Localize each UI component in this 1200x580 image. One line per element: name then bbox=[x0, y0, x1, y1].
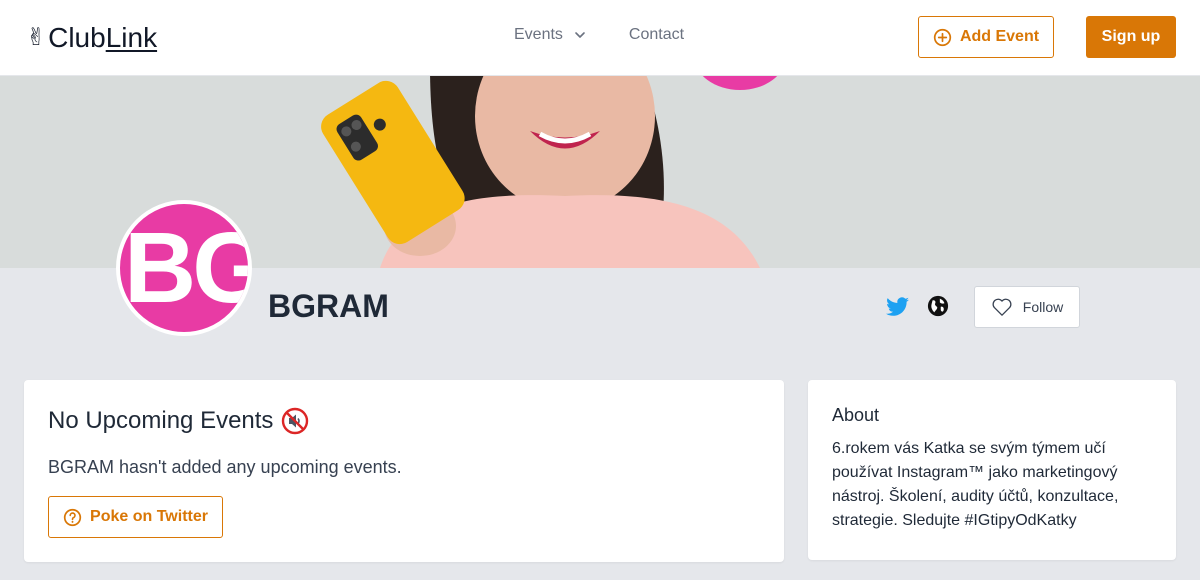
globe-icon[interactable] bbox=[927, 295, 949, 317]
victory-hand-icon: ✌ bbox=[26, 24, 47, 51]
nav-contact-link[interactable]: Contact bbox=[629, 26, 684, 44]
heart-icon bbox=[992, 298, 1012, 316]
signup-label: Sign up bbox=[1101, 28, 1161, 45]
no-events-message: BGRAM hasn't added any upcoming events. bbox=[48, 457, 402, 477]
signup-button[interactable]: Sign up bbox=[1086, 16, 1176, 58]
question-circle-icon bbox=[63, 508, 82, 526]
logo-text-club: Club bbox=[48, 22, 106, 53]
events-title-text: No Upcoming Events bbox=[48, 407, 274, 434]
poke-on-twitter-button[interactable]: Poke on Twitter bbox=[48, 496, 223, 538]
add-event-button[interactable]: Add Event bbox=[918, 16, 1054, 58]
events-card-title: No Upcoming Events bbox=[48, 406, 309, 436]
nav-contact-label: Contact bbox=[628, 26, 685, 43]
about-title: About bbox=[832, 405, 880, 425]
about-card: About 6.rokem vás Katka se svým týmem uč… bbox=[808, 380, 1176, 560]
about-description: 6.rokem vás Katka se svým týmem učí použ… bbox=[832, 440, 1119, 529]
add-event-label: Add Event bbox=[959, 28, 1040, 45]
upcoming-events-card: No Upcoming Events BGRAM hasn't added an… bbox=[24, 380, 784, 562]
follow-button[interactable]: Follow bbox=[974, 286, 1080, 328]
twitter-icon[interactable] bbox=[886, 295, 910, 319]
site-header: ✌ ClubLink Events Contact Add Event Sign… bbox=[0, 0, 1200, 76]
plus-circle-icon bbox=[933, 28, 952, 46]
nav-events-label: Events bbox=[514, 26, 563, 43]
chevron-down-icon bbox=[575, 32, 585, 38]
clublink-logo[interactable]: ✌ ClubLink bbox=[26, 22, 157, 54]
follow-label: Follow bbox=[1022, 299, 1064, 315]
muted-speaker-icon bbox=[282, 407, 309, 435]
avatar-initials: BG bbox=[124, 212, 252, 324]
logo-text: ClubLink bbox=[48, 22, 157, 54]
main-nav: Events Contact bbox=[514, 26, 684, 44]
poke-label: Poke on Twitter bbox=[90, 508, 208, 525]
profile-avatar: BG bbox=[116, 200, 252, 336]
profile-name: BGRAM bbox=[268, 288, 389, 324]
logo-text-link: Link bbox=[105, 22, 158, 53]
nav-events-dropdown[interactable]: Events bbox=[514, 26, 587, 44]
